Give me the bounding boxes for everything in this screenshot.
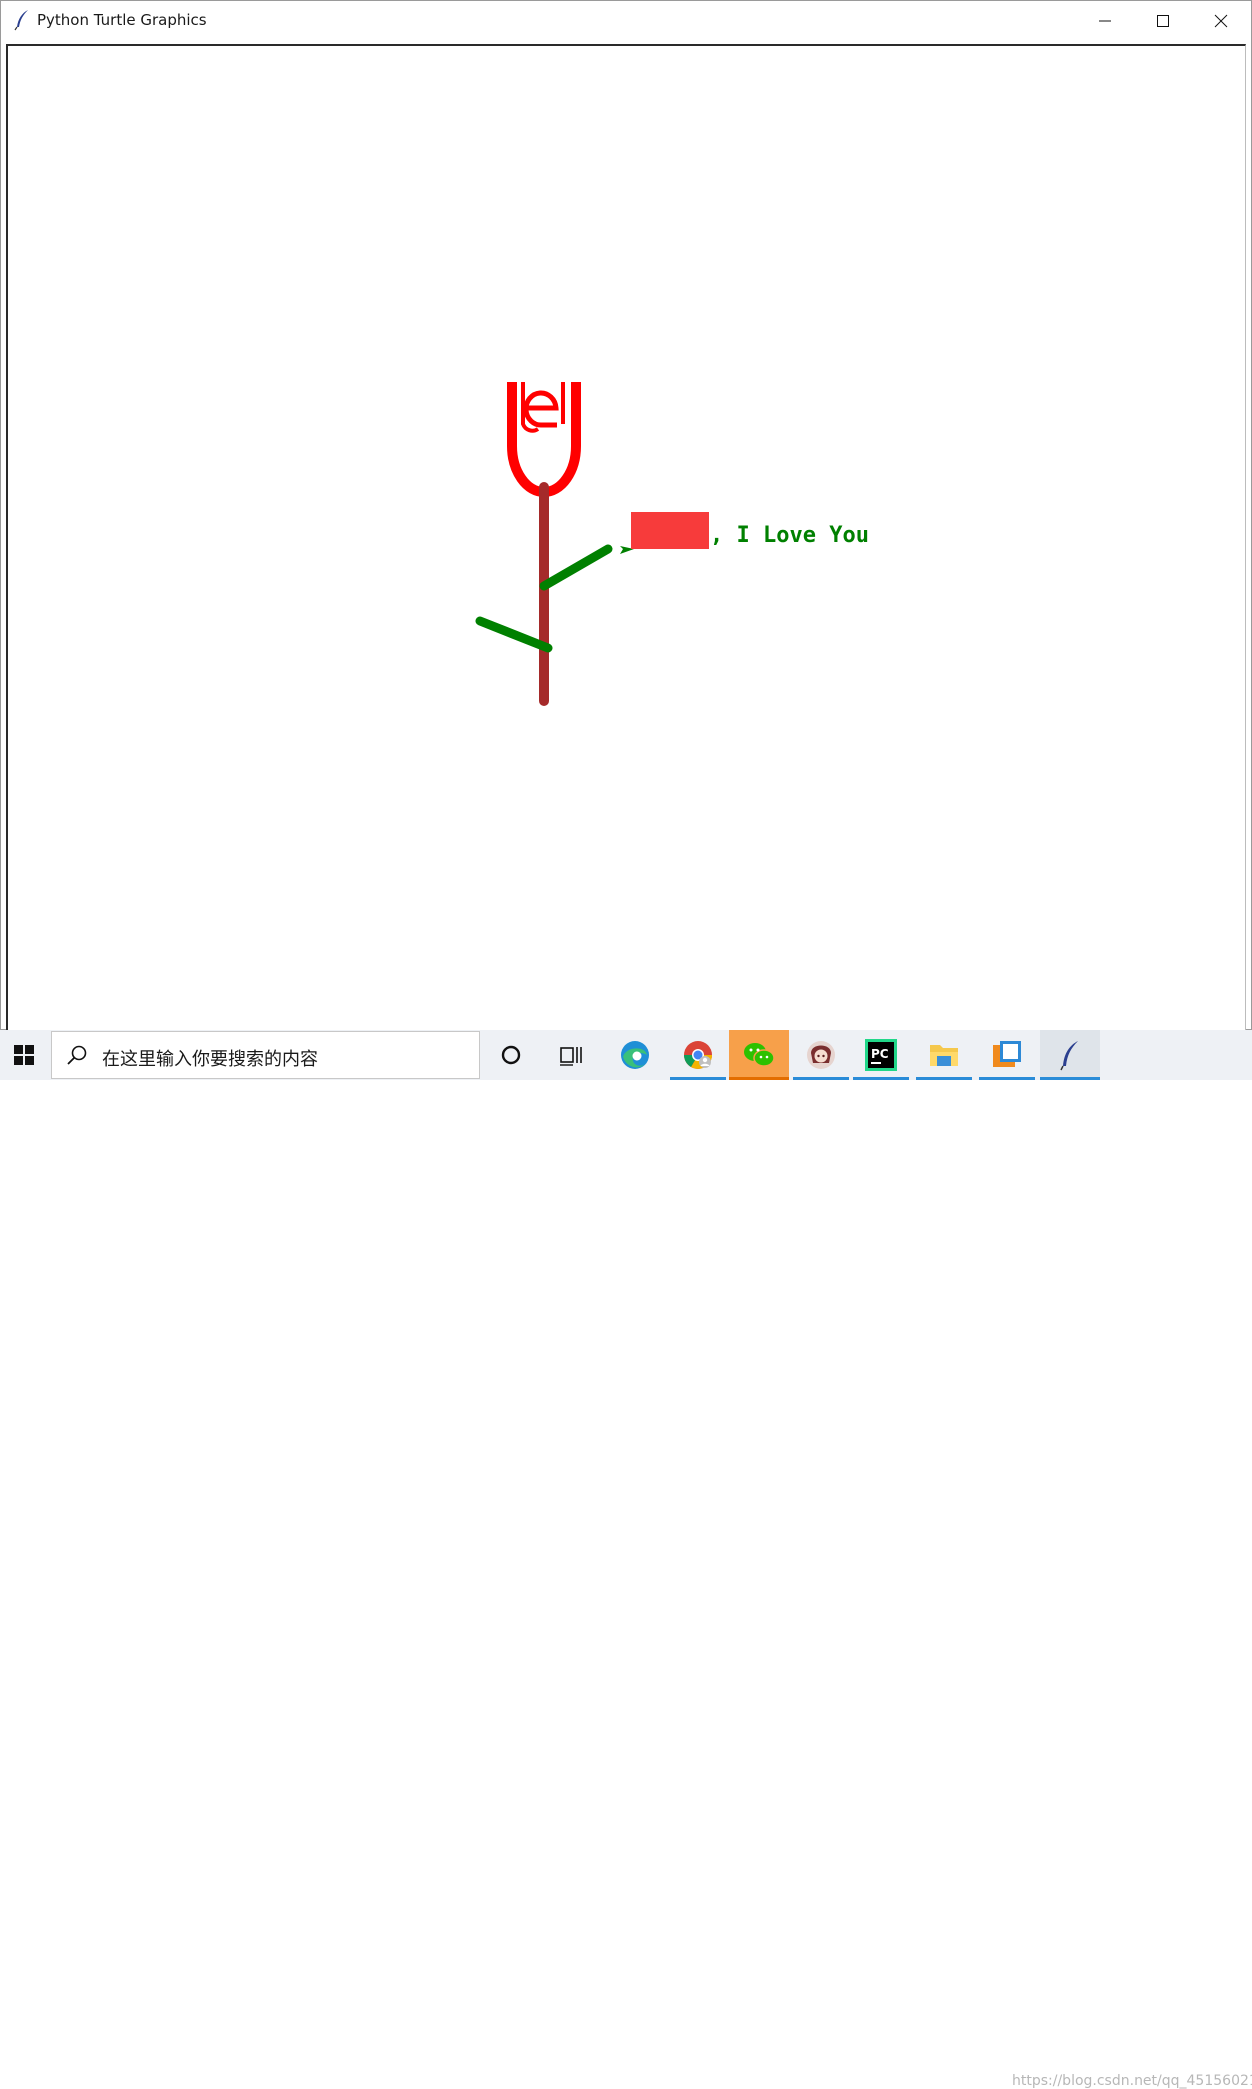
cortana-button[interactable] (483, 1030, 539, 1080)
close-icon (1214, 14, 1228, 27)
close-button[interactable] (1192, 1, 1250, 40)
search-placeholder: 在这里输入你要搜索的内容 (102, 1049, 318, 1070)
taskbar-edge[interactable] (607, 1030, 663, 1080)
edge-icon (621, 1041, 649, 1069)
maximize-icon (1157, 14, 1169, 27)
title-bar[interactable]: Python Turtle Graphics (1, 1, 1251, 40)
svg-text:PC: PC (871, 1047, 889, 1061)
pycharm-icon: PC (865, 1039, 897, 1071)
taskbar-chrome[interactable] (670, 1030, 726, 1080)
taskbar-search[interactable]: 在这里输入你要搜索的内容 (51, 1031, 480, 1079)
leaf-right (539, 544, 613, 591)
minimize-icon (1099, 20, 1111, 21)
editor-icon (993, 1041, 1021, 1067)
chrome-icon (684, 1041, 712, 1069)
task-view-button[interactable] (543, 1030, 599, 1080)
rose-flower (507, 382, 581, 497)
taskbar: 在这里输入你要搜索的内容 PC https://blog.csdn.net/qq… (0, 1030, 1252, 2089)
love-message: , I Love You (710, 523, 869, 548)
taskbar-avatar-app[interactable] (793, 1030, 849, 1080)
turtle-drawing: , I Love You (475, 382, 869, 706)
task-view-icon (560, 1047, 582, 1066)
leaf-left (475, 616, 553, 653)
taskbar-python-turtle[interactable] (1040, 1030, 1100, 1080)
windows-logo-icon (14, 1045, 34, 1065)
circle-icon (501, 1045, 521, 1065)
folder-icon (930, 1045, 958, 1066)
taskbar-pycharm[interactable]: PC (853, 1030, 909, 1080)
turtle-window: Python Turtle Graphics , I Love You (0, 0, 1252, 1031)
feather-icon (1060, 1041, 1078, 1071)
avatar-icon (807, 1041, 835, 1069)
maximize-button[interactable] (1134, 1, 1192, 40)
window-title: Python Turtle Graphics (37, 11, 207, 29)
turtle-canvas[interactable]: , I Love You (6, 44, 1246, 1031)
taskbar-wechat[interactable] (729, 1030, 789, 1080)
taskbar-editor[interactable] (979, 1030, 1035, 1080)
search-icon (67, 1045, 87, 1065)
start-button[interactable] (0, 1030, 48, 1080)
feather-icon (14, 10, 28, 31)
name-redaction-box (631, 512, 709, 549)
minimize-button[interactable] (1076, 1, 1134, 40)
taskbar-file-explorer[interactable] (916, 1030, 972, 1080)
wechat-icon (744, 1043, 775, 1067)
watermark: https://blog.csdn.net/qq_45156021 (1012, 2073, 1252, 2089)
